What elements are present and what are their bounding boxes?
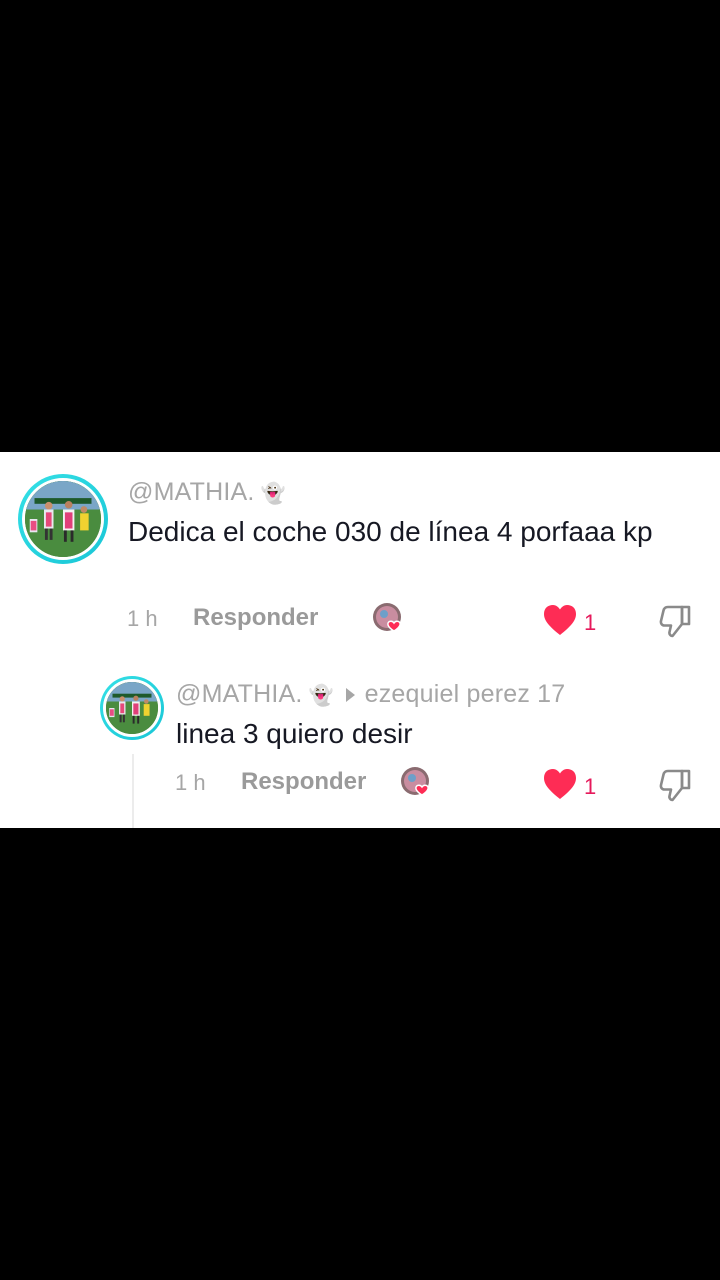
creator-liked-avatar <box>400 766 434 800</box>
reply-like-count: 1 <box>584 774 597 799</box>
thread-line <box>132 754 134 828</box>
comment-reply-button[interactable]: Responder <box>193 604 318 632</box>
reply-avatar[interactable] <box>100 676 164 740</box>
comment-text: Dedica el coche 030 de línea 4 porfaaa k… <box>128 516 653 547</box>
comment-avatar[interactable] <box>18 474 108 564</box>
reply-time: 1 h <box>175 770 206 795</box>
reply-to-username[interactable]: ezequiel perez 17 <box>365 680 566 708</box>
reply-username-text: @MATHIA. <box>176 680 303 708</box>
reply-text: linea 3 quiero desir <box>176 718 413 749</box>
comment-time: 1 h <box>127 606 158 631</box>
ghost-icon: 👻 <box>308 684 334 707</box>
comment-like-count: 1 <box>584 610 597 635</box>
comment-username[interactable]: @MATHIA. 👻 <box>128 478 286 507</box>
creator-liked-avatar <box>372 602 406 636</box>
avatar-photo <box>106 682 158 734</box>
avatar-photo <box>25 481 101 557</box>
reply-reply-button[interactable]: Responder <box>241 768 366 796</box>
reply-username[interactable]: @MATHIA. 👻 ezequiel perez 17 <box>176 680 565 709</box>
reply-to-arrow-icon <box>345 688 355 703</box>
reply-like-heart-icon[interactable] <box>542 767 578 801</box>
comment-dislike-icon[interactable] <box>658 603 694 639</box>
comment-username-text: @MATHIA. <box>128 478 255 506</box>
reply-dislike-icon[interactable] <box>658 767 694 803</box>
comment-like-heart-icon[interactable] <box>542 603 578 637</box>
ghost-icon: 👻 <box>260 482 286 505</box>
